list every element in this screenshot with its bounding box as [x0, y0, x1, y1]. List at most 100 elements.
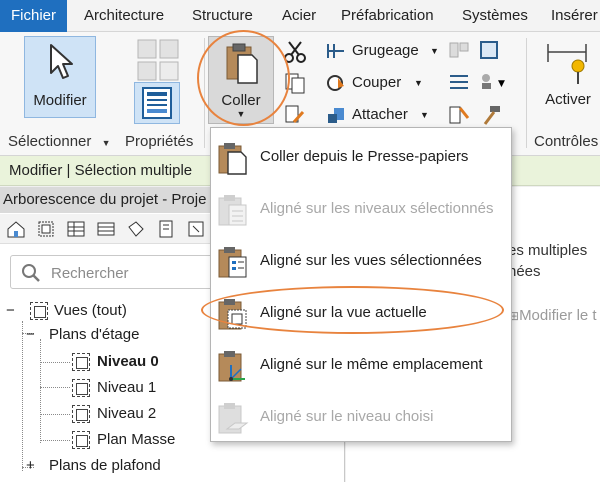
- menu-item-aligned-selected-views[interactable]: Aligné sur les vues sélectionnées: [211, 236, 511, 288]
- scissors-icon[interactable]: [283, 40, 307, 64]
- properties-grid-icon: [137, 39, 179, 81]
- aligned-picked-level-icon: [218, 403, 249, 434]
- tab-structure[interactable]: Structure: [192, 0, 253, 32]
- sheet-icon[interactable]: [156, 219, 176, 239]
- view-3d-icon[interactable]: [36, 219, 56, 239]
- aligned-same-place-icon: [218, 351, 245, 382]
- tree-guide: [40, 339, 41, 443]
- activer-label: Activer: [545, 91, 591, 108]
- expand-icon[interactable]: +: [26, 457, 35, 474]
- ribbon-separator: [204, 38, 205, 148]
- view-icon: [72, 431, 90, 449]
- copy-icon[interactable]: [284, 72, 306, 94]
- chevron-down-icon: ▼: [414, 78, 423, 88]
- tab-fichier[interactable]: Fichier: [0, 0, 68, 32]
- selection-type-text: es multiples: [508, 242, 588, 259]
- panel-selectionner[interactable]: Sélectionner ▼: [8, 133, 110, 150]
- tab-prefabrication[interactable]: Préfabrication: [341, 0, 434, 32]
- hammer-icon[interactable]: [480, 104, 502, 126]
- menu-item-label: Aligné sur le niveau choisi: [260, 408, 434, 425]
- wall-joins-icon[interactable]: [448, 72, 470, 92]
- ribbon-separator: [526, 38, 527, 148]
- view-icon: [30, 302, 48, 320]
- home-icon[interactable]: [6, 219, 26, 239]
- aligned-views-icon: [218, 247, 247, 278]
- edit-type-button[interactable]: ⊞Modifier le t: [509, 307, 597, 324]
- chevron-down-icon: ▼: [101, 138, 111, 148]
- menu-item-paste-clipboard[interactable]: Coller depuis le Presse-papiers: [211, 132, 511, 184]
- svg-text:▼: ▼: [498, 79, 505, 89]
- collapse-icon[interactable]: −: [6, 302, 15, 319]
- tree-node-plans-plafond[interactable]: + Plans de plafond: [26, 454, 161, 478]
- tree-node-vues[interactable]: − Vues (tout): [6, 299, 127, 323]
- tag-icon[interactable]: [126, 219, 146, 239]
- aligned-levels-icon: [218, 195, 247, 226]
- tree-guide: [40, 387, 70, 388]
- cursor-arrow-icon: [50, 44, 73, 79]
- legend-icon[interactable]: [186, 219, 206, 239]
- tree-label: Niveau 0: [97, 353, 159, 370]
- aligned-current-view-icon: [218, 299, 247, 330]
- tree-node-plans-etage[interactable]: − Plans d'étage: [26, 323, 139, 347]
- attacher-button[interactable]: Attacher ▼: [326, 103, 441, 127]
- modifier-label: Modifier: [33, 92, 87, 109]
- tab-inserer[interactable]: Insérer: [551, 0, 598, 32]
- chevron-down-icon: ▼: [236, 109, 246, 119]
- view-icon: [72, 379, 90, 397]
- tree-label: Plan Masse: [97, 431, 176, 448]
- couper-label: Couper: [352, 74, 402, 91]
- tab-architecture[interactable]: Architecture: [84, 0, 164, 32]
- paste-dropdown-menu: Coller depuis le Presse-papiers Aligné s…: [210, 127, 512, 442]
- panel-selectionner-label: Sélectionner: [8, 133, 92, 150]
- join-icon[interactable]: [448, 40, 470, 60]
- menu-item-aligned-selected-levels: Aligné sur les niveaux sélectionnés: [211, 184, 511, 236]
- paint-icon[interactable]: [448, 104, 470, 126]
- tree-guide: [22, 321, 23, 471]
- coller-label: Coller: [221, 92, 261, 109]
- properties-button[interactable]: [134, 82, 180, 124]
- tab-systemes[interactable]: Systèmes: [462, 0, 528, 32]
- modifier-button[interactable]: Modifier: [24, 36, 96, 118]
- tree-label: Niveau 2: [97, 405, 157, 422]
- menu-item-aligned-picked-level: Aligné sur le niveau choisi: [211, 392, 511, 444]
- couper-button[interactable]: Couper ▼: [326, 71, 441, 95]
- tree-label: Plans d'étage: [49, 326, 140, 343]
- paste-clipboard-icon: [226, 43, 258, 84]
- properties-panel-icon: [142, 87, 172, 119]
- chevron-down-icon: ▼: [420, 110, 429, 120]
- menu-item-label: Aligné sur les niveaux sélectionnés: [260, 200, 494, 217]
- panel-controles: Contrôles: [534, 133, 599, 150]
- cut-geometry-icon: [327, 75, 344, 91]
- menu-item-aligned-same-place[interactable]: Aligné sur le même emplacement: [211, 340, 511, 392]
- menu-item-label: Coller depuis le Presse-papiers: [260, 148, 469, 165]
- tree-label: Vues (tout): [54, 302, 127, 319]
- menu-item-label: Aligné sur les vues sélectionnées: [260, 252, 482, 269]
- tree-label: Niveau 1: [97, 379, 157, 396]
- table-icon[interactable]: [96, 219, 116, 239]
- match-properties-icon[interactable]: [284, 104, 306, 126]
- grugeage-button[interactable]: Grugeage ▼: [326, 39, 441, 63]
- panel-proprietes: Propriétés: [125, 133, 194, 150]
- menu-item-label: Aligné sur la vue actuelle: [260, 304, 427, 321]
- collapse-icon[interactable]: −: [26, 326, 35, 343]
- coller-button[interactable]: Coller ▼: [208, 36, 274, 124]
- menu-item-label: Aligné sur le même emplacement: [260, 356, 483, 373]
- selection-type-text-2: nées: [508, 263, 541, 280]
- schedule-icon[interactable]: [66, 219, 86, 239]
- pin-dimension-icon: [547, 44, 587, 84]
- edit-type-label: Modifier le t: [519, 307, 597, 324]
- tree-label: Plans de plafond: [49, 457, 161, 474]
- view-icon: [72, 405, 90, 423]
- menu-item-aligned-current-view[interactable]: Aligné sur la vue actuelle: [211, 288, 511, 340]
- view-icon: [72, 353, 90, 371]
- cope-icon: [327, 44, 344, 58]
- attacher-label: Attacher: [352, 106, 408, 123]
- menu-bar: Fichier Architecture Structure Acier Pré…: [0, 0, 600, 32]
- demolish-icon[interactable]: ▼: [478, 72, 508, 92]
- activer-button[interactable]: Activer: [536, 36, 600, 118]
- tree-guide: [40, 414, 70, 415]
- split-icon[interactable]: [478, 40, 500, 60]
- grugeage-label: Grugeage: [352, 42, 419, 59]
- tab-acier[interactable]: Acier: [282, 0, 316, 32]
- tree-guide: [40, 362, 70, 363]
